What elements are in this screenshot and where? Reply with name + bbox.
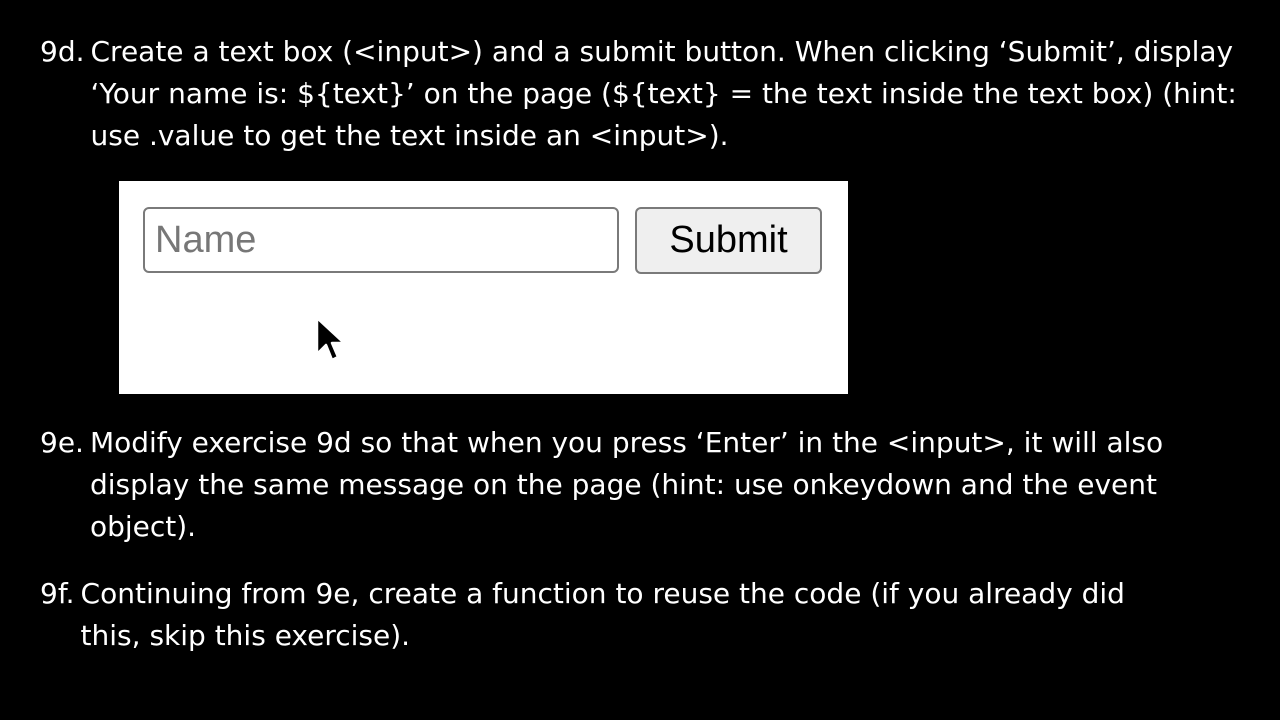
submit-button[interactable]: Submit: [635, 207, 822, 274]
arrow-cursor-icon: [315, 316, 345, 362]
exercise-number: 9e.: [40, 426, 84, 459]
demo-panel: Submit: [119, 181, 848, 394]
exercise-number: 9f.: [40, 577, 75, 610]
exercise-9f: 9f. Continuing from 9e, create a functio…: [40, 573, 1161, 657]
exercise-text: Create a text box (<input>) and a submit…: [90, 35, 1237, 152]
name-input[interactable]: [143, 207, 619, 273]
exercise-9e: 9e. Modify exercise 9d so that when you …: [40, 422, 1210, 548]
exercise-text: Continuing from 9e, create a function to…: [80, 577, 1125, 652]
exercise-number: 9d.: [40, 35, 85, 68]
exercise-text: Modify exercise 9d so that when you pres…: [89, 426, 1164, 543]
exercise-9d: 9d. Create a text box (<input>) and a su…: [40, 31, 1256, 157]
